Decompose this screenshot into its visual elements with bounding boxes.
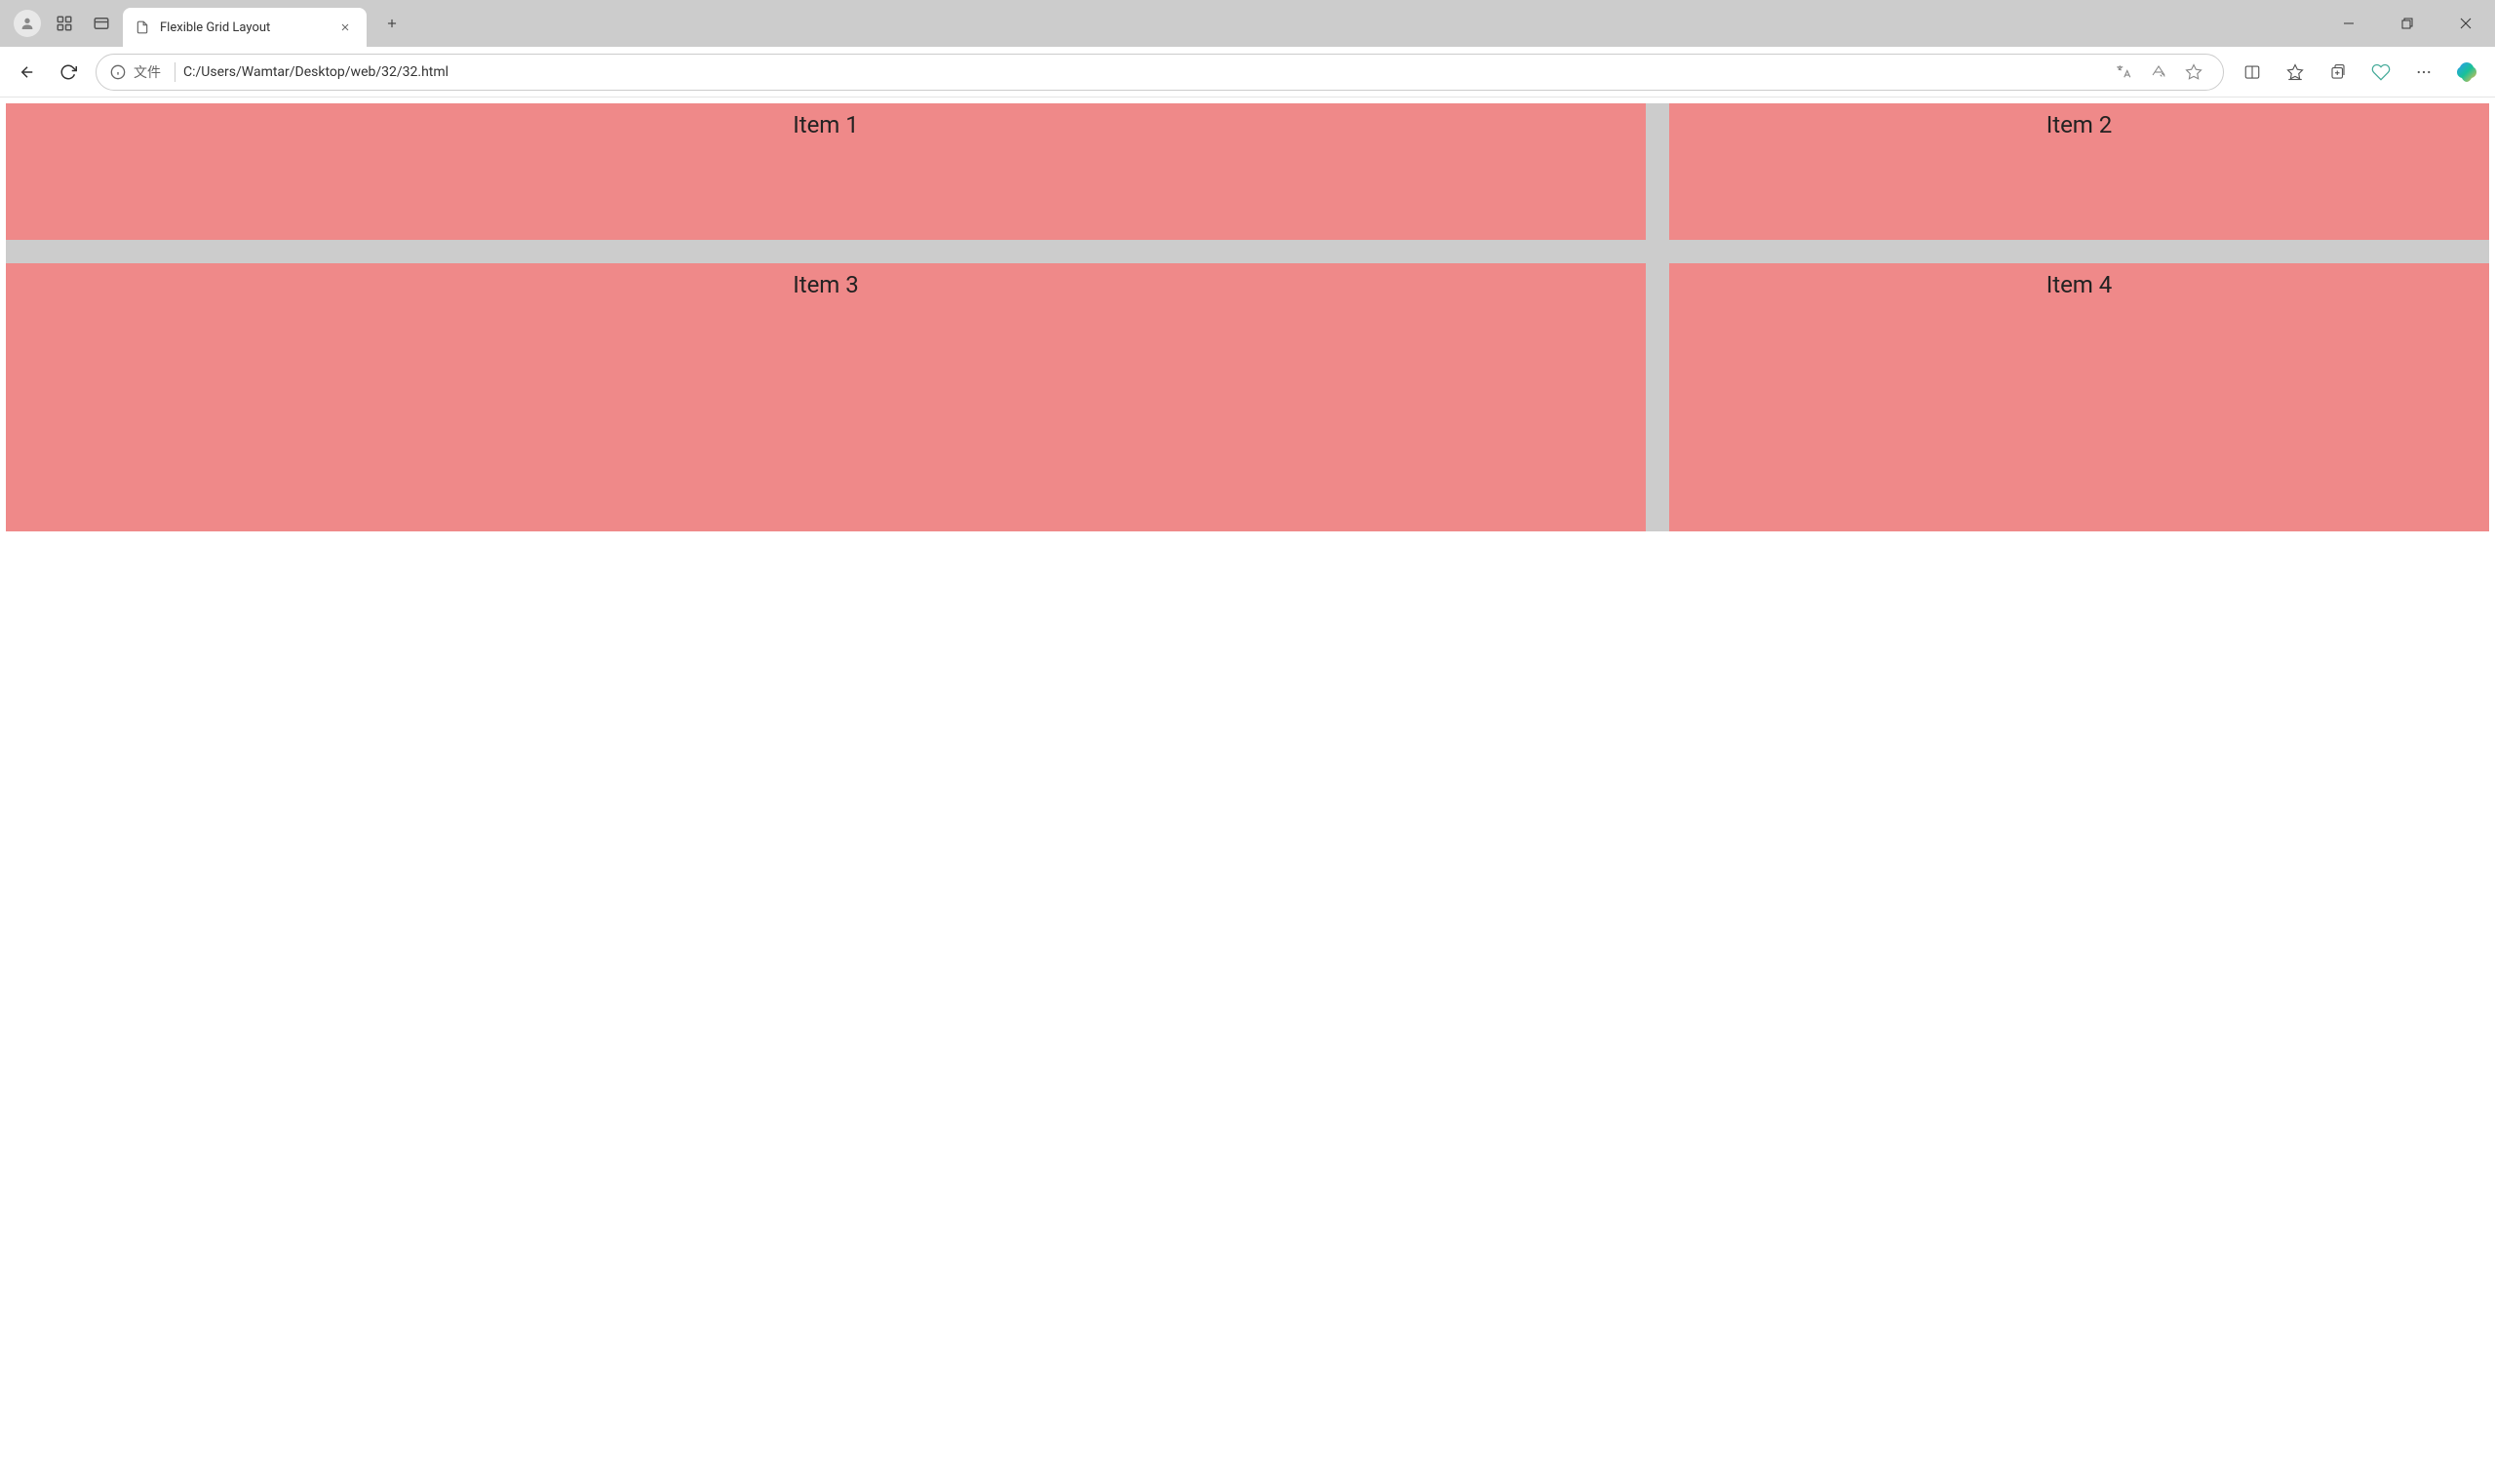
grid-item-label: Item 2 xyxy=(2047,111,2113,138)
favorite-star-icon[interactable] xyxy=(2176,55,2211,90)
toolbar-right xyxy=(2232,53,2487,92)
window-controls xyxy=(2320,0,2495,47)
read-aloud-icon[interactable] xyxy=(2141,55,2176,90)
translate-icon[interactable] xyxy=(2106,55,2141,90)
browser-essentials-icon[interactable] xyxy=(2360,53,2401,92)
grid-item-label: Item 4 xyxy=(2047,271,2113,298)
split-screen-icon[interactable] xyxy=(2232,53,2273,92)
tab-title: Flexible Grid Layout xyxy=(160,20,335,35)
close-tab-icon[interactable] xyxy=(335,18,355,37)
page-content: Item 1 Item 2 Item 3 Item 4 xyxy=(6,103,2489,531)
collections-icon[interactable] xyxy=(2318,53,2359,92)
grid-item-4: Item 4 xyxy=(1669,263,2489,531)
refresh-button[interactable] xyxy=(49,53,88,92)
site-info-icon[interactable] xyxy=(108,62,128,82)
browser-tab[interactable]: Flexible Grid Layout xyxy=(123,8,367,47)
workspaces-icon[interactable] xyxy=(51,10,78,37)
new-tab-button[interactable] xyxy=(376,8,408,39)
minimize-button[interactable] xyxy=(2320,0,2378,47)
copilot-icon[interactable] xyxy=(2446,53,2487,92)
more-menu-icon[interactable] xyxy=(2403,53,2444,92)
file-icon xyxy=(135,20,150,35)
url-prefix: 文件 xyxy=(134,62,161,82)
profile-icon[interactable] xyxy=(14,10,41,37)
close-window-button[interactable] xyxy=(2437,0,2495,47)
title-bar-left xyxy=(0,10,115,37)
grid-item-3: Item 3 xyxy=(6,263,1646,531)
browser-window: Flexible Grid Layout xyxy=(0,0,2495,1484)
url-text: C:/Users/Wamtar/Desktop/web/32/32.html xyxy=(183,64,2106,80)
grid-container: Item 1 Item 2 Item 3 Item 4 xyxy=(6,103,2489,531)
grid-item-1: Item 1 xyxy=(6,103,1646,240)
grid-item-2: Item 2 xyxy=(1669,103,2489,240)
tab-actions-icon[interactable] xyxy=(88,10,115,37)
favorites-icon[interactable] xyxy=(2275,53,2316,92)
grid-item-label: Item 3 xyxy=(793,271,859,298)
toolbar: 文件 C:/Users/Wamtar/Desktop/web/32/32.htm… xyxy=(0,47,2495,98)
address-bar[interactable]: 文件 C:/Users/Wamtar/Desktop/web/32/32.htm… xyxy=(96,54,2224,91)
viewport: Item 1 Item 2 Item 3 Item 4 xyxy=(0,98,2495,1484)
grid-item-label: Item 1 xyxy=(793,111,859,138)
title-bar: Flexible Grid Layout xyxy=(0,0,2495,47)
back-button[interactable] xyxy=(8,53,47,92)
maximize-button[interactable] xyxy=(2378,0,2437,47)
